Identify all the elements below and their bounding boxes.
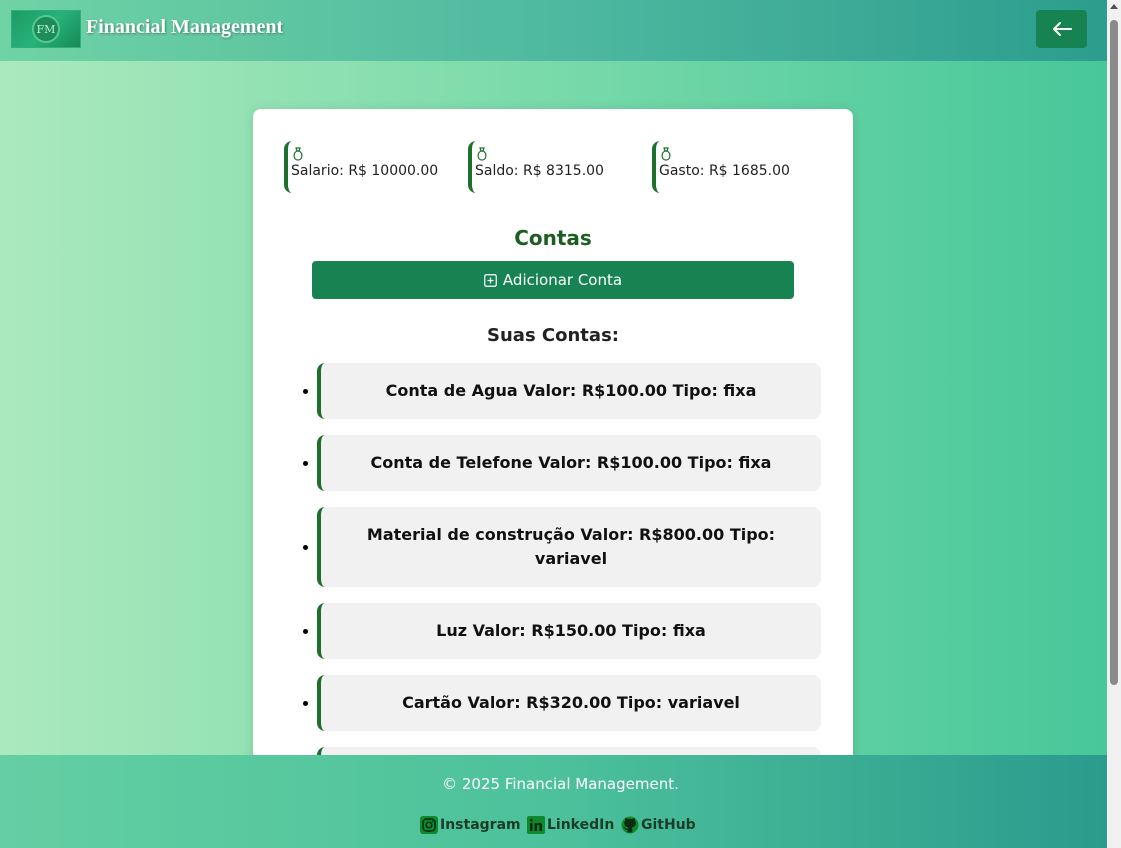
app-logo[interactable]: FM: [11, 10, 81, 48]
accounts-list-title: Suas Contas:: [487, 325, 619, 346]
accounts-list: Conta de Agua Valor: R$100.00 Tipo: fixa…: [303, 363, 821, 819]
arrow-left-icon: [1052, 22, 1072, 36]
logo-emblem: FM: [32, 15, 60, 43]
plus-square-icon: [484, 273, 497, 287]
github-icon: [621, 816, 639, 834]
instagram-icon: [420, 816, 438, 834]
salary-stat: Salario: R$ 10000.00: [284, 141, 454, 193]
main-card: Salario: R$ 10000.00 Saldo: R$ 8315.00 G…: [253, 109, 853, 809]
app-title: Financial Management: [86, 16, 284, 38]
account-item[interactable]: Conta de Agua Valor: R$100.00 Tipo: fixa: [303, 363, 821, 419]
money-bag-icon: [477, 147, 487, 161]
expense-stat: Gasto: R$ 1685.00: [652, 141, 822, 193]
instagram-label: Instagram: [440, 817, 521, 833]
account-item-text: Material de construção Valor: R$800.00 T…: [366, 525, 776, 568]
page-footer: © 2025 Financial Management. Instagram L…: [0, 755, 1107, 848]
linkedin-label: LinkedIn: [547, 817, 615, 833]
scroll-up-arrow-icon[interactable]: [1110, 4, 1118, 9]
expense-value: Gasto: R$ 1685.00: [659, 163, 790, 179]
back-button[interactable]: [1036, 10, 1087, 48]
account-item-text: Luz Valor: R$150.00 Tipo: fixa: [436, 621, 706, 640]
salary-value: Salario: R$ 10000.00: [291, 163, 439, 179]
account-item[interactable]: Cartão Valor: R$320.00 Tipo: variavel: [303, 675, 821, 731]
copyright-text: © 2025 Financial Management.: [442, 775, 679, 793]
account-item[interactable]: Conta de Telefone Valor: R$100.00 Tipo: …: [303, 435, 821, 491]
balance-stat: Saldo: R$ 8315.00: [468, 141, 638, 193]
linkedin-icon: [527, 816, 545, 834]
instagram-link[interactable]: Instagram: [420, 815, 521, 835]
account-item-text: Conta de Agua Valor: R$100.00 Tipo: fixa: [385, 381, 757, 400]
account-item-text: Conta de Telefone Valor: R$100.00 Tipo: …: [370, 453, 772, 472]
add-account-button[interactable]: Adicionar Conta: [312, 261, 794, 299]
page-scrollbar[interactable]: [1107, 0, 1121, 848]
account-item[interactable]: Luz Valor: R$150.00 Tipo: fixa: [303, 603, 821, 659]
github-label: GitHub: [641, 817, 696, 833]
balance-value: Saldo: R$ 8315.00: [475, 163, 604, 179]
linkedin-link[interactable]: LinkedIn: [527, 815, 614, 835]
accounts-title: Contas: [514, 226, 592, 250]
account-item-text: Cartão Valor: R$320.00 Tipo: variavel: [402, 693, 740, 712]
account-item[interactable]: Material de construção Valor: R$800.00 T…: [303, 507, 821, 587]
scrollbar-thumb[interactable]: [1110, 20, 1118, 685]
money-bag-icon: [661, 147, 671, 161]
money-bag-icon: [293, 147, 303, 161]
add-account-label: Adicionar Conta: [502, 271, 623, 289]
github-link[interactable]: GitHub: [621, 815, 696, 835]
top-navbar: FM Financial Management: [0, 0, 1107, 61]
